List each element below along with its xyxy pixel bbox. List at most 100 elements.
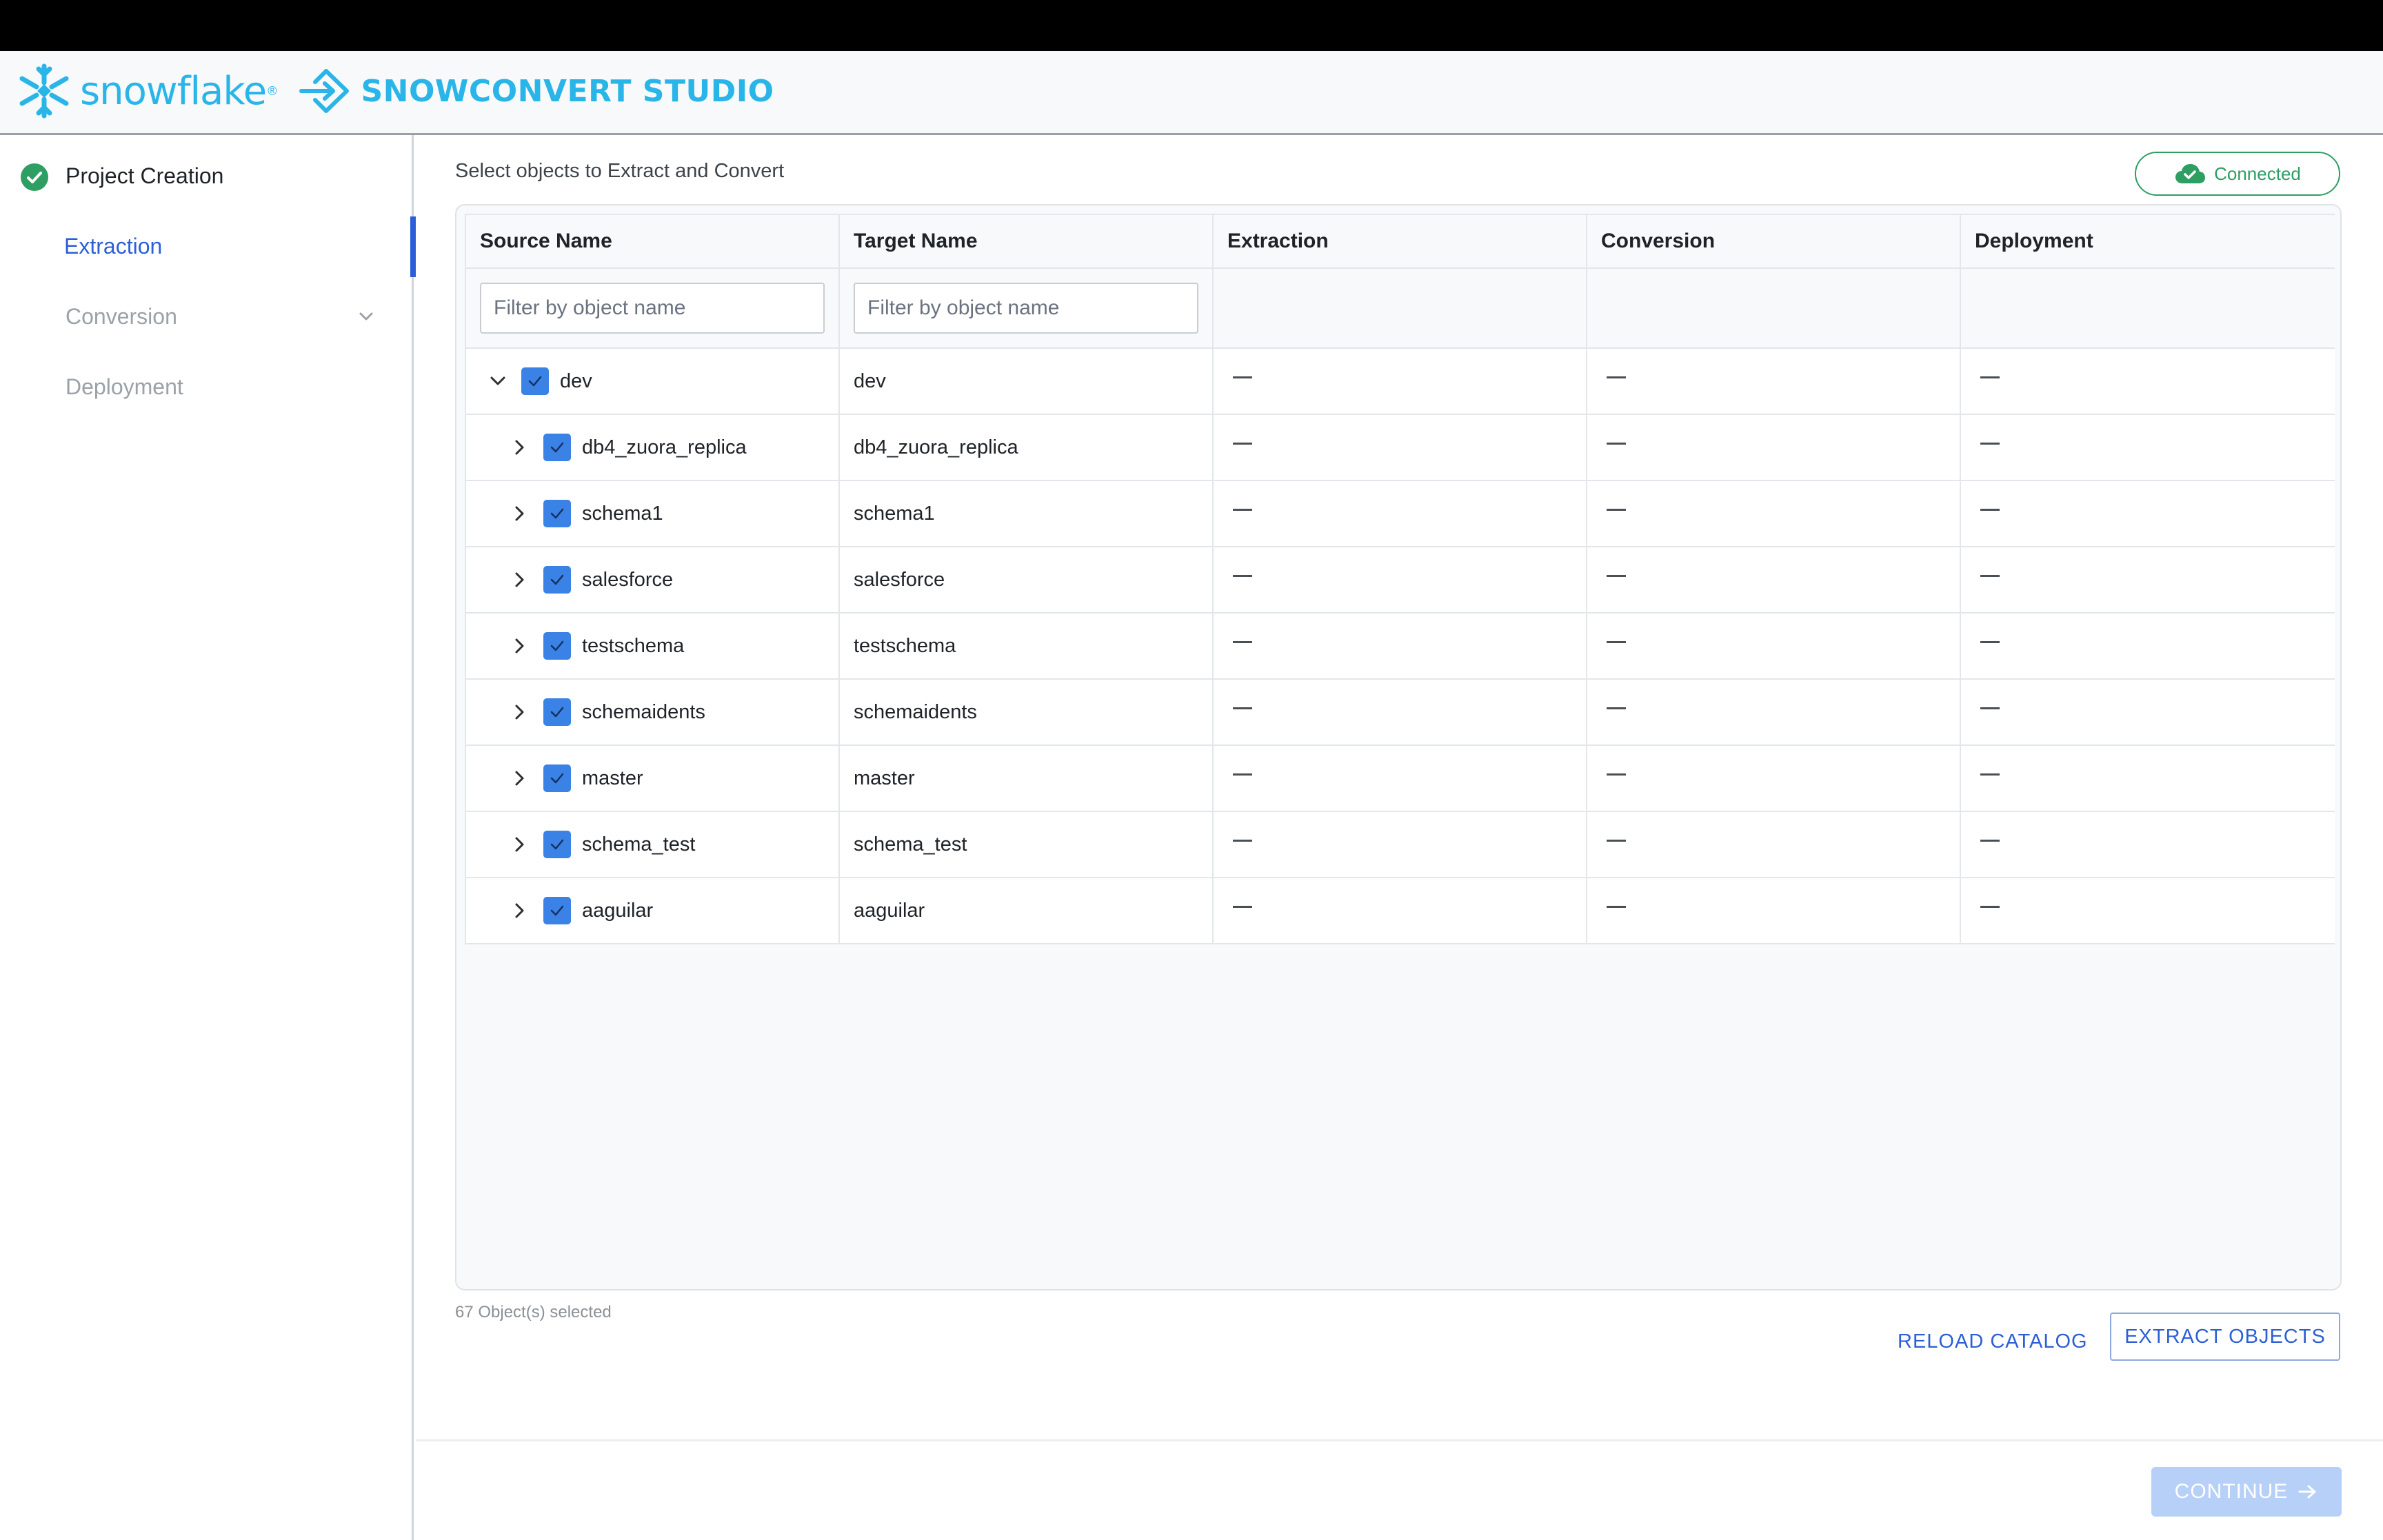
- source-name-cell: aaguilar: [466, 878, 840, 943]
- deployment-status-cell: [1961, 614, 2335, 678]
- column-header-extraction[interactable]: Extraction: [1214, 215, 1587, 267]
- conversion-status-cell: [1587, 878, 1962, 943]
- source-name: dev: [560, 369, 592, 392]
- selected-count: 67 Object(s) selected: [455, 1303, 612, 1321]
- dash-icon: [1980, 509, 2000, 511]
- table-row[interactable]: master master: [465, 746, 2335, 812]
- source-name-cell: schema1: [466, 481, 840, 546]
- dash-icon: [1233, 575, 1253, 577]
- cloud-check-icon: [2175, 164, 2206, 183]
- table-filter-row: [465, 269, 2335, 349]
- row-checkbox[interactable]: [543, 434, 571, 461]
- tree-node: dev: [485, 367, 592, 395]
- target-name: schema_test: [840, 812, 1214, 877]
- chevron-right-icon[interactable]: [507, 766, 532, 791]
- window-top-bar: [0, 0, 2383, 51]
- table-row[interactable]: db4_zuora_replica db4_zuora_replica: [465, 415, 2335, 481]
- conversion-status-cell: [1587, 415, 1962, 480]
- reload-catalog-button[interactable]: RELOAD CATALOG: [1898, 1321, 2088, 1362]
- tree-node: schema_test: [507, 831, 695, 858]
- connection-status-badge: Connected: [2135, 152, 2340, 196]
- chevron-right-icon[interactable]: [507, 501, 532, 526]
- table-row[interactable]: schema_test schema_test: [465, 812, 2335, 878]
- tree-node: db4_zuora_replica: [507, 434, 747, 461]
- column-header-deployment[interactable]: Deployment: [1961, 215, 2335, 267]
- deployment-status-cell: [1961, 415, 2335, 480]
- check-circle-icon: [21, 163, 48, 191]
- dash-icon: [1980, 906, 2000, 908]
- chevron-right-icon[interactable]: [507, 634, 532, 658]
- chevron-right-icon[interactable]: [507, 567, 532, 592]
- deployment-status-cell: [1961, 547, 2335, 612]
- chevron-down-icon[interactable]: [485, 369, 510, 394]
- chevron-right-icon[interactable]: [507, 700, 532, 725]
- dash-icon: [1607, 641, 1627, 643]
- tree-node: master: [507, 764, 643, 792]
- table-row[interactable]: testschema testschema: [465, 614, 2335, 680]
- row-checkbox[interactable]: [543, 566, 571, 594]
- dash-icon: [1607, 773, 1627, 776]
- sidebar-item-extraction[interactable]: Extraction: [0, 215, 416, 277]
- table-row[interactable]: schema1 schema1: [465, 481, 2335, 547]
- deployment-filter-cell: [1961, 269, 2335, 347]
- table-row[interactable]: schemaidents schemaidents: [465, 680, 2335, 746]
- source-name-cell: dev: [466, 349, 840, 414]
- sidebar-item-project-creation[interactable]: Project Creation: [0, 145, 414, 207]
- row-checkbox[interactable]: [543, 897, 571, 924]
- dash-icon: [1233, 509, 1253, 511]
- target-name-filter-input[interactable]: [854, 283, 1198, 334]
- snowflake-logo: snowflake ®: [15, 62, 276, 120]
- row-checkbox[interactable]: [543, 831, 571, 858]
- product-name: SNOWCONVERT STUDIO: [361, 73, 774, 109]
- dash-icon: [1233, 443, 1253, 445]
- tree-node: aaguilar: [507, 897, 653, 924]
- column-header-target-name[interactable]: Target Name: [840, 215, 1214, 267]
- dash-icon: [1233, 840, 1253, 842]
- chevron-right-icon[interactable]: [507, 832, 532, 857]
- row-checkbox[interactable]: [543, 698, 571, 726]
- deployment-status-cell: [1961, 680, 2335, 744]
- target-name: salesforce: [840, 547, 1214, 612]
- source-name: db4_zuora_replica: [582, 436, 747, 458]
- column-header-source-name[interactable]: Source Name: [466, 215, 840, 267]
- source-name-filter-input[interactable]: [480, 283, 825, 334]
- chevron-right-icon[interactable]: [507, 898, 532, 923]
- dash-icon: [1233, 707, 1253, 709]
- object-table: Source Name Target Name Extraction Conve…: [455, 204, 2342, 1290]
- sidebar-item-deployment[interactable]: Deployment: [0, 356, 414, 418]
- app-header: snowflake ® SNOWCONVERT STUDIO: [0, 51, 2383, 135]
- row-checkbox[interactable]: [543, 500, 571, 527]
- dash-icon: [1980, 575, 2000, 577]
- table-header-row: Source Name Target Name Extraction Conve…: [465, 214, 2335, 269]
- app-window: snowflake ® SNOWCONVERT STUDIO Project C…: [0, 0, 2383, 1540]
- sidebar-item-conversion[interactable]: Conversion: [0, 285, 414, 347]
- conversion-status-cell: [1587, 481, 1962, 546]
- row-checkbox[interactable]: [521, 367, 549, 395]
- source-name: master: [582, 767, 643, 789]
- dash-icon: [1607, 906, 1627, 908]
- chevron-down-icon[interactable]: [356, 306, 376, 327]
- row-checkbox[interactable]: [543, 632, 571, 660]
- source-name-cell: schema_test: [466, 812, 840, 877]
- source-name-cell: salesforce: [466, 547, 840, 612]
- footer-bar: [416, 1439, 2383, 1540]
- dash-icon: [1607, 575, 1627, 577]
- table-row[interactable]: aaguilar aaguilar: [465, 878, 2335, 944]
- table-row[interactable]: dev dev: [465, 349, 2335, 415]
- dash-icon: [1980, 707, 2000, 709]
- column-header-conversion[interactable]: Conversion: [1587, 215, 1961, 267]
- extraction-status-cell: [1214, 614, 1588, 678]
- dash-icon: [1233, 641, 1253, 643]
- table-row[interactable]: salesforce salesforce: [465, 547, 2335, 614]
- target-name: testschema: [840, 614, 1214, 678]
- target-name: master: [840, 746, 1214, 811]
- deployment-status-cell: [1961, 878, 2335, 943]
- chevron-right-icon[interactable]: [507, 435, 532, 460]
- source-name: testschema: [582, 634, 685, 657]
- snowconvert-logo: SNOWCONVERT STUDIO: [299, 67, 774, 115]
- extract-objects-button[interactable]: EXTRACT OBJECTS: [2110, 1313, 2340, 1361]
- row-checkbox[interactable]: [543, 764, 571, 792]
- continue-button[interactable]: CONTINUE: [2151, 1467, 2342, 1517]
- target-name: schemaidents: [840, 680, 1214, 744]
- extraction-status-cell: [1214, 415, 1588, 480]
